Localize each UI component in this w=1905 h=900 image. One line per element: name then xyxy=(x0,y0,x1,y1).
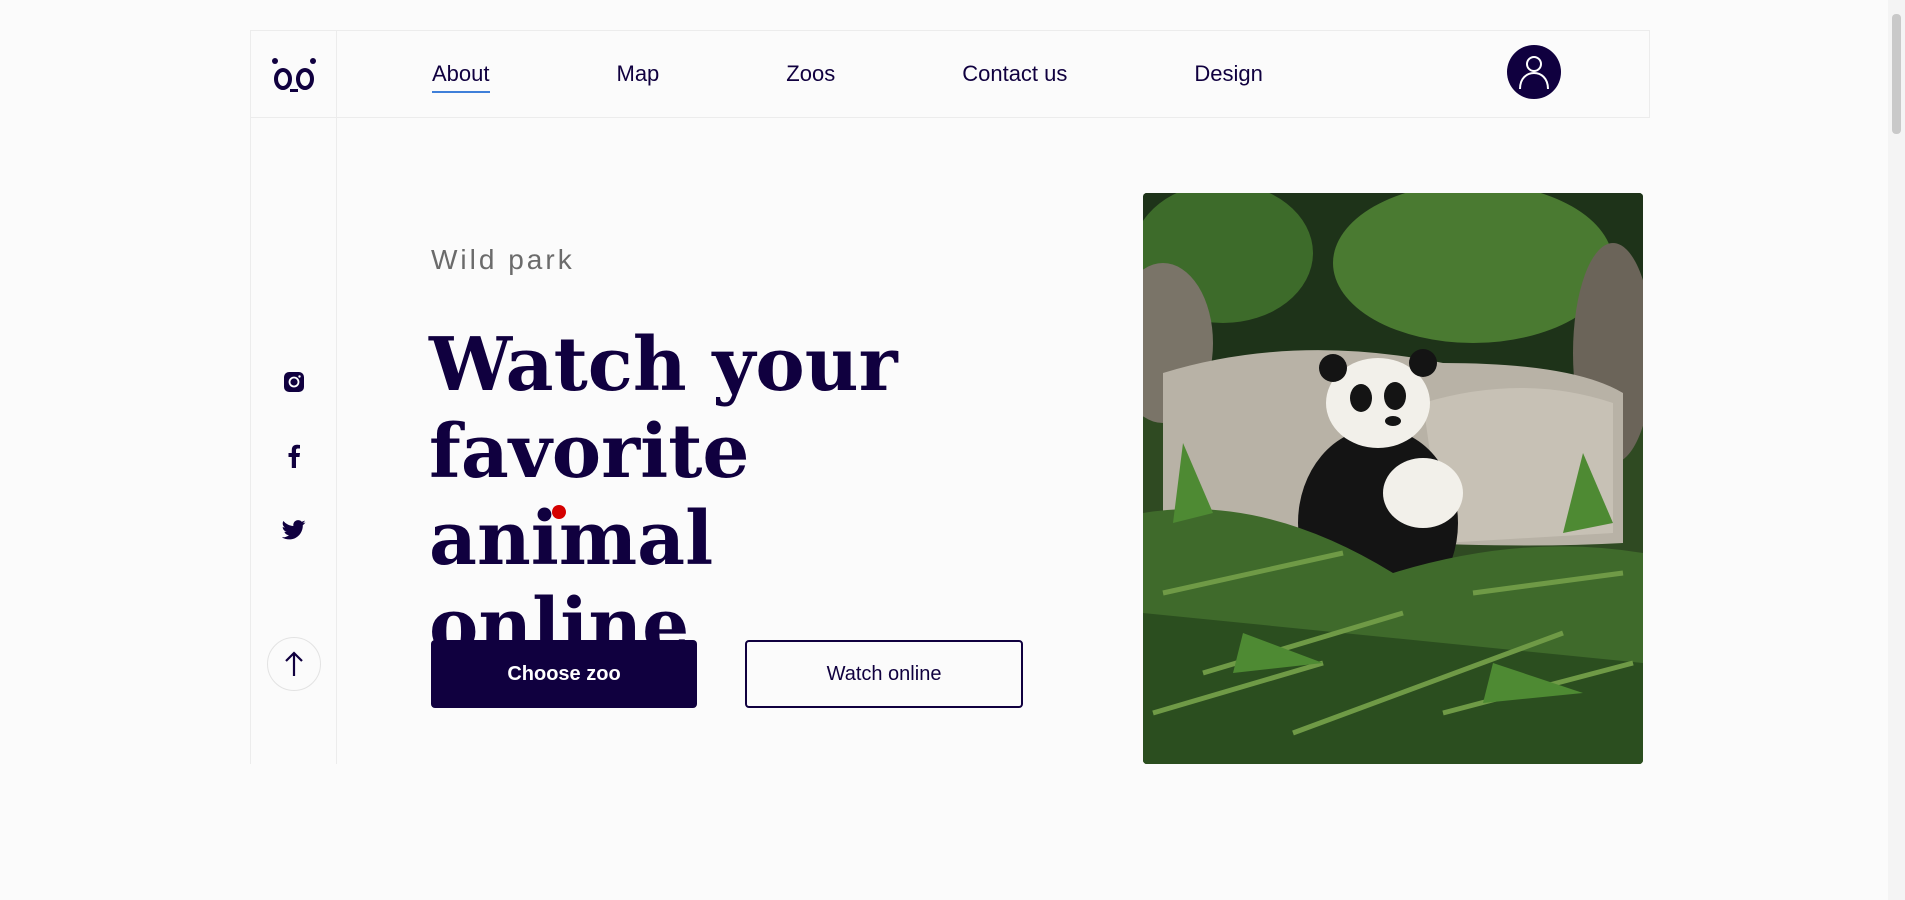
nav-contact-us[interactable]: Contact us xyxy=(962,61,1067,87)
page-scrollbar[interactable] xyxy=(1888,0,1905,900)
twitter-link[interactable] xyxy=(282,518,306,542)
scroll-up-button[interactable] xyxy=(267,637,321,691)
user-avatar-button[interactable] xyxy=(1507,45,1561,99)
headline-line-2: favorite animal xyxy=(429,409,750,582)
logo[interactable] xyxy=(251,31,337,117)
red-dot-accent xyxy=(552,505,566,519)
user-icon xyxy=(1519,56,1549,90)
nav-about[interactable]: About xyxy=(432,61,490,93)
instagram-link[interactable] xyxy=(282,370,306,394)
social-sidebar xyxy=(250,118,337,764)
panda-illustration xyxy=(1143,193,1643,764)
facebook-link[interactable] xyxy=(282,444,306,468)
headline-line-1: Watch your xyxy=(429,322,898,408)
watch-online-button[interactable]: Watch online xyxy=(745,640,1023,708)
panda-logo-icon xyxy=(271,58,316,92)
scrollbar-thumb[interactable] xyxy=(1892,14,1901,134)
main-nav: About Map Zoos Contact us Design xyxy=(432,31,1390,117)
hero-eyebrow: Wild park xyxy=(431,244,575,275)
nav-map[interactable]: Map xyxy=(617,61,660,87)
choose-zoo-button[interactable]: Choose zoo xyxy=(431,640,697,708)
panda-photo xyxy=(1143,193,1643,764)
hero-headline: Watch your favorite animal online xyxy=(429,322,1029,670)
facebook-icon xyxy=(288,444,300,468)
instagram-icon xyxy=(284,372,304,392)
twitter-icon xyxy=(282,520,306,540)
nav-design[interactable]: Design xyxy=(1194,61,1262,87)
arrow-up-icon xyxy=(285,651,303,676)
top-header: About Map Zoos Contact us Design xyxy=(250,30,1650,118)
nav-zoos[interactable]: Zoos xyxy=(786,61,835,87)
